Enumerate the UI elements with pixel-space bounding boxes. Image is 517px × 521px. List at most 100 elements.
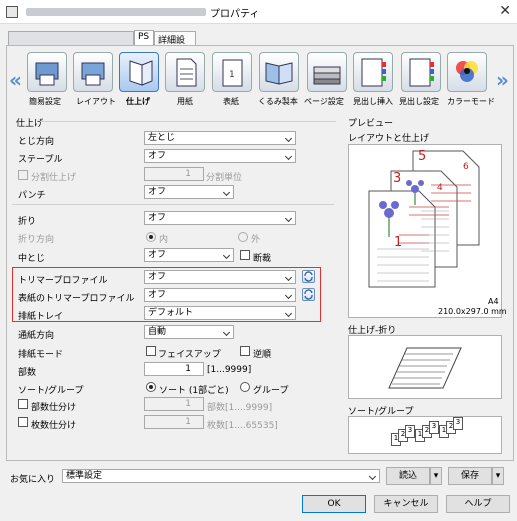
close-icon[interactable]: ✕ bbox=[499, 3, 511, 19]
page-setup-icon[interactable] bbox=[307, 52, 347, 92]
tab-insert-icon[interactable] bbox=[353, 52, 393, 92]
copies-range: [1...9999] bbox=[207, 365, 252, 375]
cancel-button[interactable]: キャンセル bbox=[374, 495, 438, 513]
center-binding-select[interactable]: オフ bbox=[144, 248, 234, 262]
paper-icon[interactable] bbox=[165, 52, 205, 92]
fold-preview-icon bbox=[388, 347, 462, 389]
preview-layout-title: レイアウトと仕上げ bbox=[348, 134, 430, 144]
faceup-checkbox[interactable] bbox=[146, 346, 156, 356]
fold-in-radio[interactable] bbox=[146, 232, 156, 242]
app-icon bbox=[6, 6, 18, 18]
section-divider bbox=[40, 121, 336, 122]
fold-group-divider bbox=[12, 204, 334, 205]
punch-select[interactable]: オフ bbox=[144, 185, 234, 199]
punch-label: パンチ bbox=[18, 191, 46, 201]
sort-group-label: ソート/グループ bbox=[18, 386, 84, 396]
toolbar-label-paper: 用紙 bbox=[177, 97, 193, 106]
paper-size: 210.0x297.0 mm bbox=[438, 307, 507, 316]
favorites-select[interactable]: 標準設定 bbox=[62, 469, 380, 483]
fold-label: 折り bbox=[18, 217, 37, 227]
trimmer-profile-label: トリマープロファイル bbox=[18, 276, 108, 286]
fold-direction-label: 折り方向 bbox=[18, 235, 55, 245]
scroll-right-icon[interactable]: » bbox=[496, 68, 509, 92]
layout-preview-box bbox=[348, 144, 502, 318]
fold-out-label: 外 bbox=[251, 235, 261, 245]
split-unit-stepper[interactable]: 1 bbox=[144, 167, 204, 181]
toolbar-label-tab-insert: 見出し挿入 bbox=[353, 97, 393, 106]
sort-set-3: 1 2 3 bbox=[439, 417, 463, 439]
perfect-binding-icon[interactable] bbox=[259, 52, 299, 92]
staple-label: ステープル bbox=[18, 155, 63, 165]
toolbar-label-finishing: 仕上げ bbox=[126, 97, 150, 106]
cut-checkbox[interactable] bbox=[240, 250, 250, 260]
cover-trimmer-refresh-icon[interactable] bbox=[302, 288, 315, 301]
sheet-split-checkbox[interactable] bbox=[18, 417, 28, 427]
reverse-checkbox[interactable] bbox=[240, 346, 250, 356]
toolbar-label-quick-setup: 簡易設定 bbox=[29, 97, 61, 106]
feed-direction-select[interactable]: 自動 bbox=[144, 325, 234, 339]
layout-icon[interactable] bbox=[73, 52, 113, 92]
blurred-printer-name bbox=[26, 8, 206, 16]
cover-icon[interactable]: 1 bbox=[212, 52, 252, 92]
tab-advanced[interactable]: 詳細設定 bbox=[154, 31, 196, 59]
tab-setting-icon[interactable] bbox=[401, 52, 441, 92]
sheet-split-label: 枚数仕分け bbox=[31, 421, 77, 431]
set-split-checkbox[interactable] bbox=[18, 399, 28, 409]
cover-trimmer-profile-label: 表紙のトリマープロファイル bbox=[18, 294, 135, 304]
finishing-icon[interactable] bbox=[119, 52, 159, 92]
sheet-split-hint: 枚数[1....65535] bbox=[207, 421, 278, 431]
split-finishing-label: 分割仕上げ bbox=[31, 173, 77, 183]
save-button[interactable]: 保存 bbox=[448, 467, 492, 485]
window-title: プロパティ bbox=[210, 9, 260, 20]
sort-set-2: 1 2 3 bbox=[415, 421, 439, 443]
toolbar-label-tab-setting: 見出し設定 bbox=[399, 97, 439, 106]
sort-radio[interactable] bbox=[146, 382, 156, 392]
group-radio[interactable] bbox=[240, 382, 250, 392]
sheet-split-stepper[interactable]: 1 bbox=[144, 415, 204, 429]
fold-in-label: 内 bbox=[159, 235, 169, 245]
toolbar-label-page-setup: ページ設定 bbox=[304, 97, 344, 106]
fold-preview-box bbox=[348, 335, 502, 399]
feed-direction-label: 通紙方向 bbox=[18, 331, 55, 341]
output-mode-label: 排紙モード bbox=[18, 350, 64, 360]
ok-button[interactable]: OK bbox=[302, 495, 366, 513]
help-button[interactable]: ヘルプ bbox=[446, 495, 510, 513]
tab-ps-label: PS bbox=[138, 32, 150, 42]
save-menu-button[interactable]: ▾ bbox=[492, 467, 504, 485]
cover-trimmer-profile-select[interactable]: オフ bbox=[144, 288, 296, 302]
sort-set-1: 1 2 3 bbox=[391, 425, 415, 447]
reverse-label: 逆順 bbox=[253, 350, 272, 360]
trimmer-refresh-icon[interactable] bbox=[302, 270, 315, 283]
toolbar-label-perfect-binding: くるみ製本 bbox=[258, 97, 298, 106]
load-button[interactable]: 読込 bbox=[386, 467, 430, 485]
output-tray-label: 排紙トレイ bbox=[18, 312, 64, 322]
paper-name: A4 bbox=[488, 297, 499, 306]
toolbar-label-color-mode: カラーモード bbox=[447, 97, 495, 106]
color-mode-icon[interactable] bbox=[447, 52, 487, 92]
set-split-stepper[interactable]: 1 bbox=[144, 397, 204, 411]
svg-text:1: 1 bbox=[229, 70, 235, 80]
quick-setup-icon[interactable] bbox=[27, 52, 67, 92]
booklet-preview-icon bbox=[368, 150, 480, 288]
fold-out-radio[interactable] bbox=[238, 232, 248, 242]
output-tray-select[interactable]: デフォルト bbox=[144, 306, 296, 320]
center-binding-label: 中とじ bbox=[18, 254, 46, 264]
trimmer-profile-select[interactable]: オフ bbox=[144, 270, 296, 284]
page-number-6: 6 bbox=[463, 162, 469, 172]
faceup-label: フェイスアップ bbox=[158, 350, 221, 360]
copies-stepper[interactable]: 1 bbox=[144, 362, 204, 376]
staple-select[interactable]: オフ bbox=[144, 149, 296, 163]
sort-page: 3 bbox=[405, 425, 415, 438]
binding-direction-label: とじ方向 bbox=[18, 137, 55, 147]
split-unit-label: 分割単位 bbox=[206, 173, 243, 183]
fold-select[interactable]: オフ bbox=[144, 211, 296, 225]
title-bar: プロパティ ✕ bbox=[0, 0, 517, 24]
tab-blurred[interactable] bbox=[8, 31, 134, 45]
load-menu-button[interactable]: ▾ bbox=[430, 467, 442, 485]
split-finishing-checkbox[interactable] bbox=[18, 170, 28, 180]
scroll-left-icon[interactable]: « bbox=[9, 68, 22, 92]
tab-ps[interactable]: PS bbox=[134, 30, 154, 46]
set-split-hint: 部数[1....9999] bbox=[207, 403, 273, 413]
binding-direction-select[interactable]: 左とじ bbox=[144, 131, 296, 145]
sort-page: 3 bbox=[429, 421, 439, 434]
